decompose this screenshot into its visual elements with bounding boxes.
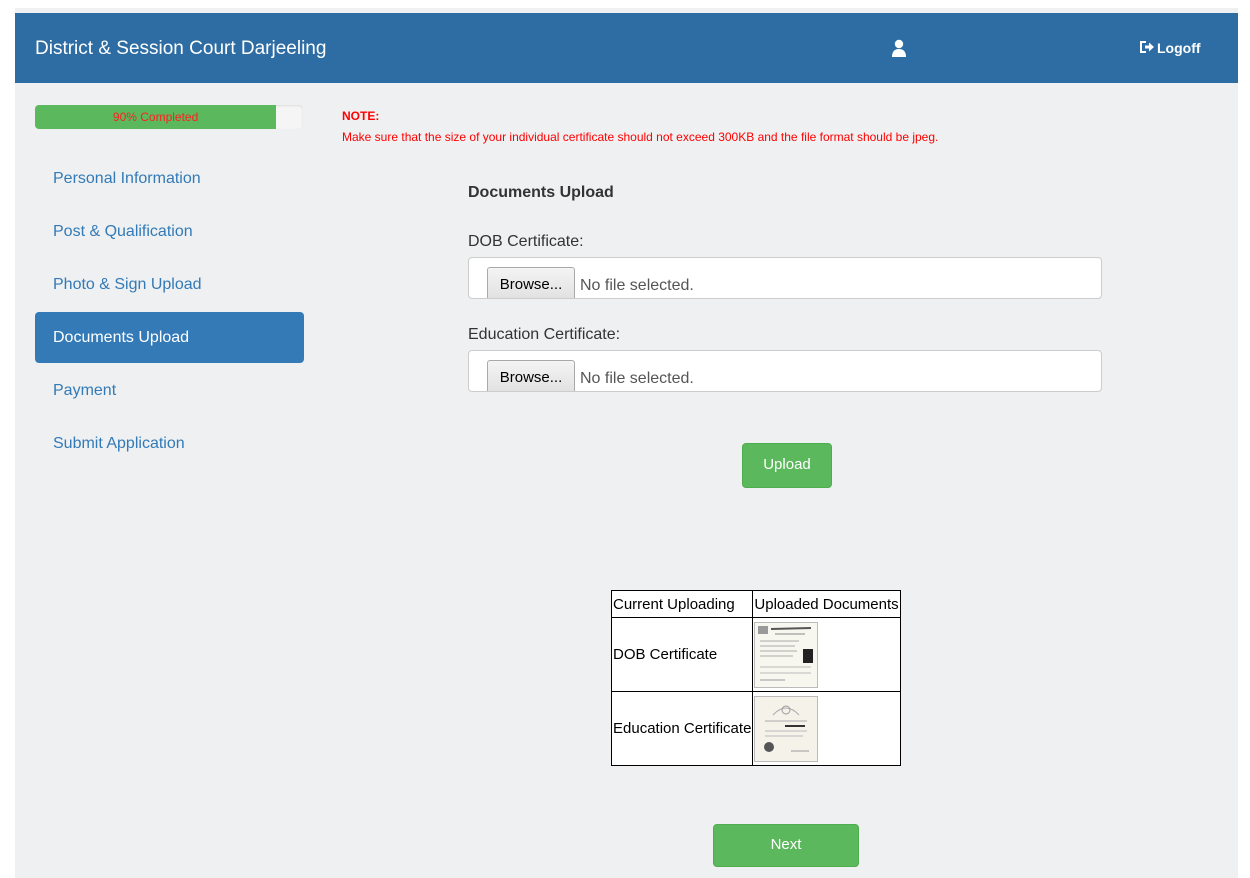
- logoff-link[interactable]: Logoff: [1139, 40, 1201, 56]
- sidebar-item-submit-application[interactable]: Submit Application: [35, 418, 304, 469]
- header-bar: District & Session Court Darjeeling Logo…: [15, 13, 1238, 83]
- education-certificate-label: Education Certificate:: [468, 326, 621, 343]
- table-row: Education Certificate: [610, 691, 901, 766]
- row-dob-thumb-cell: [752, 617, 901, 692]
- note-text: Make sure that the size of your individu…: [342, 130, 939, 144]
- dob-certificate-file-input[interactable]: Browse... No file selected.: [468, 257, 1102, 299]
- progress-fill: 90% Completed: [35, 105, 277, 129]
- education-certificate-file-input[interactable]: Browse... No file selected.: [468, 350, 1102, 392]
- education-certificate-thumbnail[interactable]: [754, 695, 819, 762]
- user-menu[interactable]: [887, 39, 1007, 61]
- dob-certificate-thumbnail[interactable]: [754, 621, 819, 688]
- row-education-thumb-cell: [752, 691, 901, 766]
- uploaded-documents-table: Current Uploading Uploaded Documents DOB…: [610, 590, 901, 766]
- table-row: DOB Certificate: [610, 617, 901, 692]
- sidebar-item-post-qualification[interactable]: Post & Qualification: [35, 206, 304, 257]
- sidebar-item-personal-information[interactable]: Personal Information: [35, 153, 304, 204]
- user-icon: [892, 39, 906, 57]
- upload-button[interactable]: Upload: [742, 443, 832, 488]
- upload-note: NOTE: Make sure that the size of your in…: [342, 109, 938, 144]
- logoff-label: Logoff: [1157, 40, 1201, 56]
- row-education-name: Education Certificate: [610, 691, 754, 766]
- progress-bar: 90% Completed: [35, 105, 303, 129]
- table-header-row: Current Uploading Uploaded Documents: [610, 590, 901, 618]
- dob-file-status: No file selected.: [580, 277, 694, 294]
- form-title: Documents Upload: [468, 184, 614, 201]
- row-dob-name: DOB Certificate: [610, 617, 754, 692]
- logoff-icon: [1140, 41, 1154, 53]
- sidebar-item-documents-upload[interactable]: Documents Upload: [35, 312, 304, 363]
- education-file-status: No file selected.: [580, 370, 694, 387]
- sidebar-item-payment[interactable]: Payment: [35, 365, 304, 416]
- sidebar-nav: Personal Information Post & Qualificatio…: [35, 153, 304, 471]
- app-title: District & Session Court Darjeeling: [35, 38, 327, 59]
- dob-certificate-label: DOB Certificate:: [468, 233, 584, 250]
- next-button[interactable]: Next: [713, 824, 859, 867]
- header-current-uploading: Current Uploading: [610, 590, 754, 618]
- header-uploaded-documents: Uploaded Documents: [752, 590, 901, 618]
- education-browse-button[interactable]: Browse...: [487, 360, 575, 391]
- page-frame: District & Session Court Darjeeling Logo…: [15, 8, 1238, 878]
- sidebar-item-photo-sign-upload[interactable]: Photo & Sign Upload: [35, 259, 304, 310]
- note-title: NOTE:: [342, 109, 380, 123]
- dob-browse-button[interactable]: Browse...: [487, 267, 575, 298]
